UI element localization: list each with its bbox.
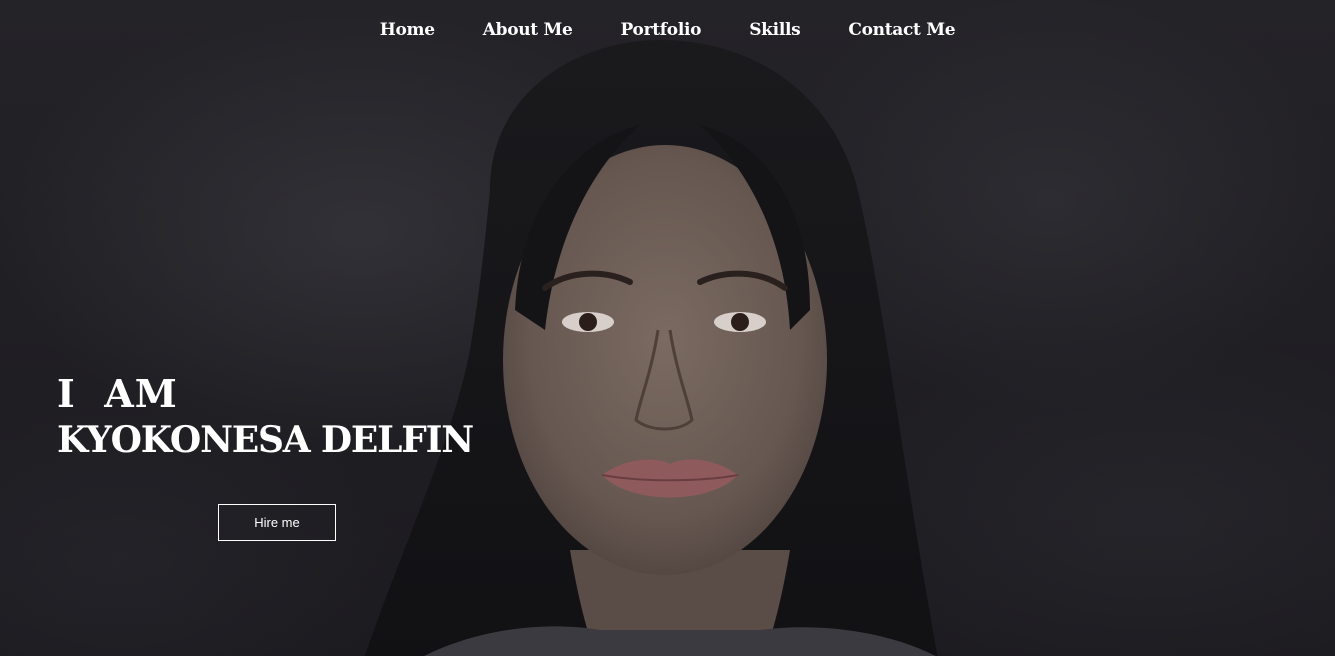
hero-name: KYOKONESA DELFIN <box>57 419 474 461</box>
nav-contact-me-link[interactable]: Contact Me <box>824 18 979 42</box>
hero-intro: I AM <box>57 371 178 416</box>
hero-section: Home About Me Portfolio Skills Contact M… <box>0 0 1335 656</box>
nav-about-me-link[interactable]: About Me <box>459 18 597 42</box>
portrait-photo <box>364 40 938 656</box>
nav-home-link[interactable]: Home <box>356 18 459 42</box>
nav-skills-link[interactable]: Skills <box>725 18 824 42</box>
hero-heading: I AM KYOKONESA DELFIN <box>57 371 474 464</box>
nav-portfolio-link[interactable]: Portfolio <box>597 18 726 42</box>
hire-me-button[interactable]: Hire me <box>218 504 336 541</box>
main-nav: Home About Me Portfolio Skills Contact M… <box>0 18 1335 42</box>
